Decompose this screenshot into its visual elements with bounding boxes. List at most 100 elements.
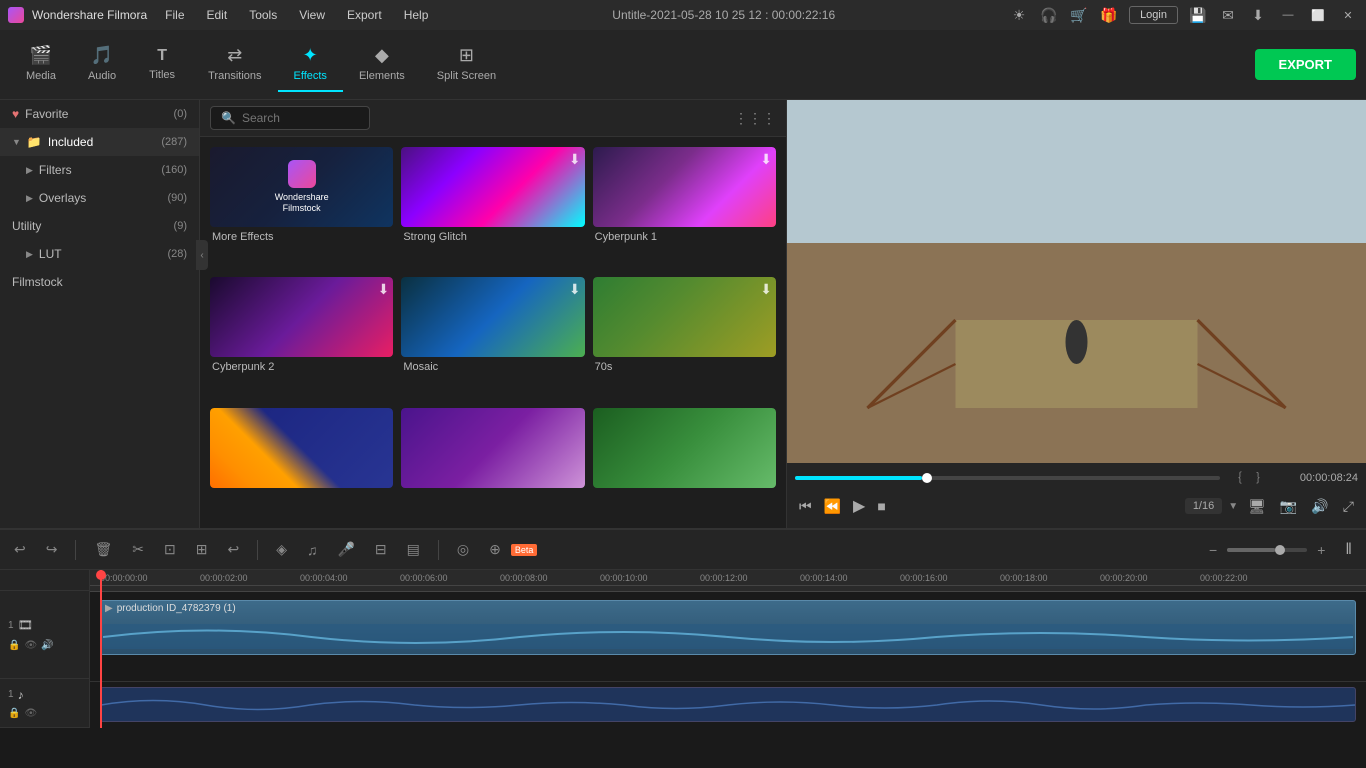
toolbar-elements[interactable]: ◆ Elements [343, 37, 421, 92]
zoom-in-button[interactable]: + [1311, 538, 1331, 562]
save-icon[interactable]: 💾 [1188, 5, 1208, 25]
sidebar-item-overlays[interactable]: ▶ Overlays (90) [0, 184, 199, 212]
monitor-btn[interactable]: 🖥 [1244, 494, 1270, 519]
effect9-name [593, 488, 776, 496]
toolbar-audio[interactable]: 🎵 Audio [72, 37, 132, 92]
zoom-slider[interactable] [1227, 548, 1307, 552]
app-logo [8, 7, 24, 23]
audio-lock-icon[interactable]: 🔒 [8, 708, 20, 719]
playhead[interactable] [100, 570, 102, 728]
menu-export[interactable]: Export [337, 6, 392, 24]
cart-icon[interactable]: 🛒 [1069, 5, 1089, 25]
headphone-icon[interactable]: 🎧 [1039, 5, 1059, 25]
page-arrow[interactable]: ▼ [1228, 501, 1238, 512]
effect-mosaic[interactable]: ⬇ Mosaic [401, 277, 584, 399]
search-input[interactable] [242, 111, 342, 125]
volume-btn[interactable]: 🔊 [1307, 494, 1332, 519]
play-button[interactable]: ▶ [849, 492, 869, 520]
effect-cyberpunk2[interactable]: ⬇ Cyberpunk 2 [210, 277, 393, 399]
mic-button[interactable]: 🎤 [331, 537, 360, 562]
maximize-button[interactable]: ⬜ [1308, 5, 1328, 25]
toolbar-titles[interactable]: T Titles [132, 39, 192, 91]
redo-button[interactable]: ↪ [40, 537, 64, 562]
pip-button[interactable]: ⊟ [369, 537, 393, 562]
menu-tools[interactable]: Tools [239, 6, 287, 24]
effect-7[interactable] [210, 408, 393, 518]
freeze-frame-button[interactable]: ‖ [1339, 537, 1358, 563]
mark-in-button[interactable]: ↩ [221, 537, 245, 562]
sidebar-item-filmstock[interactable]: Filmstock [0, 268, 199, 296]
timecode-4: 00:00:08:00 [500, 573, 548, 583]
audio-fx-button[interactable]: ♫ [301, 538, 324, 562]
export-button[interactable]: EXPORT [1255, 49, 1356, 80]
download-icon3: ⬇ [378, 281, 390, 298]
stop-button[interactable]: ■ [873, 494, 889, 518]
trash-button[interactable]: 🗑 [88, 537, 118, 562]
seekbar-thumb[interactable] [922, 473, 932, 483]
effect-9[interactable] [593, 408, 776, 518]
effect8-name [401, 488, 584, 496]
effect-more-effects[interactable]: WondershareFilmstock More Effects [210, 147, 393, 269]
seekbar-fill [795, 476, 922, 480]
crop-button[interactable]: ⊡ [158, 537, 182, 562]
rewind-button[interactable]: ⏪ [820, 494, 845, 519]
gift-icon[interactable]: 🎁 [1099, 5, 1119, 25]
effect-8[interactable] [401, 408, 584, 518]
strong-glitch-name: Strong Glitch [401, 227, 584, 247]
audio-clip[interactable] [100, 687, 1356, 722]
seekbar[interactable] [795, 476, 1220, 480]
toolbar-media[interactable]: 🎬 Media [10, 37, 72, 92]
toolbar-transitions[interactable]: ⇄ Transitions [192, 37, 277, 92]
time-display: 00:00:08:24 [1278, 472, 1358, 484]
timeline-tracks[interactable]: 00:00:00:00 00:00:02:00 00:00:04:00 00:0… [90, 570, 1366, 728]
grid-view-icon[interactable]: ⋮⋮⋮ [734, 110, 776, 127]
sidebar-item-included[interactable]: ▼ 📁 Included (287) [0, 128, 199, 156]
lock-icon[interactable]: 🔒 [8, 640, 20, 651]
sidebar-collapse-btn[interactable]: ‹ [196, 240, 208, 270]
menu-bar: File Edit Tools View Export Help [155, 6, 438, 24]
timeline-content: 1 🎞 🔒 👁 🔊 1 ♪ [0, 570, 1366, 728]
toolbar-effects[interactable]: ✦ Effects [278, 37, 343, 92]
scissors-button[interactable]: ✂ [126, 537, 150, 562]
undo-button[interactable]: ↩ [8, 537, 32, 562]
minimize-button[interactable]: — [1278, 5, 1298, 25]
mail-icon[interactable]: ✉ [1218, 5, 1238, 25]
timeline-area: ↩ ↪ 🗑 ✂ ⊡ ⊞ ↩ ◈ ♫ 🎤 ⊟ ▤ ◎ ⊕ Beta − + ‖ [0, 528, 1366, 728]
zoom-fit-button[interactable]: ⊞ [190, 537, 214, 562]
sidebar-item-favorite[interactable]: ♥ Favorite (0) [0, 100, 199, 128]
playhead-head [96, 570, 106, 580]
left-bracket-btn[interactable]: ｛ [1226, 469, 1246, 486]
sidebar-item-utility[interactable]: Utility (9) [0, 212, 199, 240]
zoom-out-button[interactable]: − [1203, 538, 1223, 562]
menu-help[interactable]: Help [394, 6, 439, 24]
audio-eye-icon[interactable]: 👁 [24, 708, 37, 719]
toolbar-split-screen[interactable]: ⊞ Split Screen [421, 37, 512, 92]
page-indicator[interactable]: 1/16 [1185, 498, 1222, 514]
subtitle-button[interactable]: ▤ [401, 537, 426, 562]
sun-icon[interactable]: ☀ [1009, 5, 1029, 25]
fullscreen-btn[interactable]: ⤢ [1339, 494, 1358, 519]
effect-strong-glitch[interactable]: ⬇ Strong Glitch [401, 147, 584, 269]
menu-view[interactable]: View [289, 6, 335, 24]
screenshot-btn[interactable]: 📷 [1276, 494, 1301, 519]
download-icon[interactable]: ⬇ [1248, 5, 1268, 25]
login-button[interactable]: Login [1129, 6, 1178, 24]
play-small-icon: ▶ [105, 603, 113, 614]
menu-file[interactable]: File [155, 6, 194, 24]
sidebar-item-filters[interactable]: ▶ Filters (160) [0, 156, 199, 184]
step-back-button[interactable]: ⏮ [795, 494, 816, 519]
video-clip[interactable]: ▶ production ID_4782379 (1) [100, 600, 1356, 655]
effect-cyberpunk1[interactable]: ⬇ Cyberpunk 1 [593, 147, 776, 269]
speaker-icon[interactable]: 🔊 [41, 640, 53, 651]
more-effects-name: More Effects [210, 227, 393, 247]
effect-70s[interactable]: ⬇ 70s [593, 277, 776, 399]
content-toolbar: 🔍 ⋮⋮⋮ [200, 100, 786, 137]
motion-track-button[interactable]: ◎ [451, 537, 475, 562]
close-button[interactable]: ✕ [1338, 5, 1358, 25]
right-bracket-btn[interactable]: ｝ [1252, 469, 1272, 486]
menu-edit[interactable]: Edit [197, 6, 238, 24]
eye-icon[interactable]: 👁 [24, 640, 37, 651]
stabilize-button[interactable]: ⊕ [483, 537, 507, 562]
color-button[interactable]: ◈ [270, 537, 293, 562]
sidebar-item-lut[interactable]: ▶ LUT (28) [0, 240, 199, 268]
